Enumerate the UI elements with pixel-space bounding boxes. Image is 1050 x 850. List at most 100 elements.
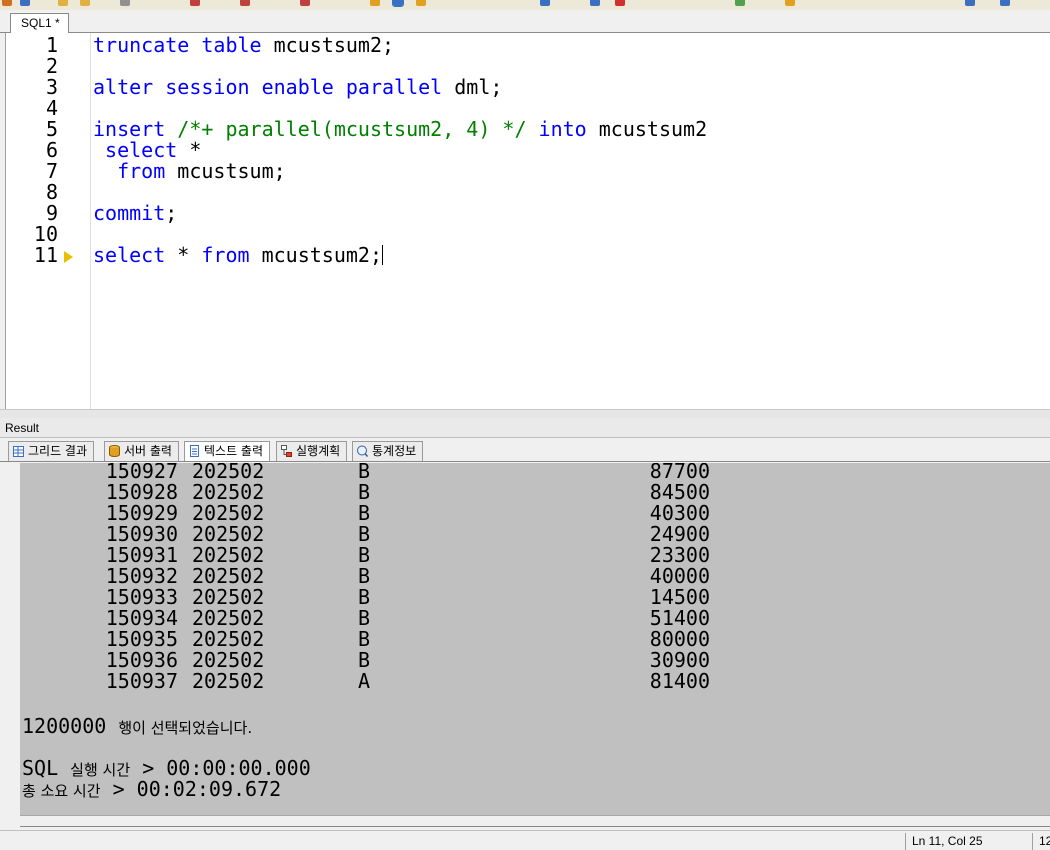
- result-cell: 202502: [192, 648, 265, 672]
- tab-label: 텍스트 출력: [204, 444, 264, 458]
- result-cell: 150929: [105, 501, 178, 525]
- code-line[interactable]: select *: [93, 140, 201, 161]
- tab-server-output[interactable]: 서버 출력: [104, 441, 179, 461]
- toolbar-icon[interactable]: [370, 0, 380, 6]
- text-caret: [382, 245, 383, 265]
- tab-statistics[interactable]: 통계정보: [352, 441, 424, 461]
- result-cell: 202502: [192, 606, 265, 630]
- result-cell: 150933: [105, 585, 178, 609]
- toolbar-icon[interactable]: [965, 0, 975, 6]
- code-line[interactable]: select * from mcustsum2;: [93, 245, 383, 266]
- line-number: 7: [45, 159, 58, 183]
- code-text: mcustsum2;: [261, 33, 395, 57]
- toolbar-icon[interactable]: [240, 0, 250, 6]
- result-cell: B: [358, 480, 371, 504]
- code-text: dml;: [442, 75, 503, 99]
- tab-text-output[interactable]: 텍스트 출력: [184, 441, 271, 461]
- toolbar-icon[interactable]: [120, 0, 130, 6]
- result-cell: B: [358, 501, 371, 525]
- result-cell: B: [358, 606, 371, 630]
- toolbar-icon[interactable]: [540, 0, 550, 6]
- toolbar-icon[interactable]: [615, 0, 625, 6]
- line-number-gutter: 1 2 3 4 5 6 7 8 9 10 11: [6, 33, 91, 409]
- result-cell: 150930: [105, 522, 178, 546]
- line-number: 9: [45, 201, 58, 225]
- line-number: 6: [45, 138, 58, 162]
- toolbar-icon[interactable]: [2, 0, 12, 6]
- result-cell: 14500: [649, 585, 710, 609]
- horizontal-scrollbar[interactable]: [20, 815, 1050, 830]
- result-cell: 40300: [649, 501, 710, 525]
- result-cell: 150935: [105, 627, 178, 651]
- result-cell: 150932: [105, 564, 178, 588]
- tab-label: 통계정보: [372, 444, 417, 458]
- result-cell: A: [358, 669, 371, 693]
- toolbar-icon[interactable]: [1000, 0, 1010, 6]
- row-count-text: 행이 선택되었습니다.: [118, 719, 253, 737]
- tab-execution-plan[interactable]: 실행계획: [276, 441, 348, 461]
- sql-stats-icon: [357, 444, 369, 457]
- grid-icon: [13, 444, 24, 457]
- tab-sql1[interactable]: SQL1 *: [10, 13, 69, 33]
- toolbar-icon[interactable]: [392, 0, 404, 7]
- toolbar-icon[interactable]: [58, 0, 68, 6]
- code-line[interactable]: commit;: [93, 203, 177, 224]
- result-cell: 202502: [192, 522, 265, 546]
- toolbar-icon[interactable]: [190, 0, 200, 6]
- toolbar-icon[interactable]: [20, 0, 30, 6]
- result-cell: B: [358, 627, 371, 651]
- code-text: mcustsum2: [586, 117, 708, 141]
- result-cell: B: [358, 564, 371, 588]
- code-line[interactable]: truncate table mcustsum2;: [93, 35, 394, 56]
- result-cell: 40000: [649, 564, 710, 588]
- plan-tree-icon: [281, 444, 292, 457]
- line-number: 1: [45, 33, 58, 57]
- toolbar-icon[interactable]: [785, 0, 795, 6]
- sql-editor[interactable]: 1 2 3 4 5 6 7 8 9 10 11 truncate table m…: [5, 33, 1050, 409]
- result-cell: 30900: [649, 648, 710, 672]
- keyword: truncate table: [93, 33, 262, 57]
- line-number: 10: [33, 222, 58, 246]
- database-icon: [109, 444, 120, 457]
- toolbar-icon[interactable]: [735, 0, 745, 6]
- text-output-area[interactable]: 150927 202502 B 87700 150928 202502 B 84500 1509…: [20, 463, 1050, 815]
- row-count: 1200000: [22, 714, 107, 738]
- code-line[interactable]: from mcustsum;: [93, 161, 286, 182]
- toolbar-icon[interactable]: [300, 0, 310, 6]
- toolbar-icon[interactable]: [590, 0, 600, 6]
- result-cell: 51400: [649, 606, 710, 630]
- keyword: into: [526, 117, 587, 141]
- result-cell: 150937: [105, 669, 178, 693]
- result-cell: 150931: [105, 543, 178, 567]
- status-extra: 12: [1032, 833, 1050, 850]
- result-cell: 202502: [192, 585, 265, 609]
- code-line[interactable]: insert /*+ parallel(mcustsum2, 4) */ int…: [93, 119, 707, 140]
- text-doc-icon: [189, 444, 200, 457]
- code-text: mcustsum;: [165, 159, 286, 183]
- code-line[interactable]: alter session enable parallel dml;: [93, 77, 502, 98]
- result-cell: B: [358, 522, 371, 546]
- keyword: alter session enable parallel: [93, 75, 443, 99]
- result-cell: 202502: [192, 669, 265, 693]
- row-count-message: 1200000 행이 선택되었습니다.: [22, 716, 252, 739]
- result-cell: 202502: [192, 480, 265, 504]
- scrollbar-track: [20, 826, 1050, 827]
- result-cell: B: [358, 585, 371, 609]
- result-cell: 80000: [649, 627, 710, 651]
- keyword: from: [93, 159, 166, 183]
- cursor-position: Ln 11, Col 25: [905, 833, 1032, 850]
- code-text: mcustsum2;: [249, 243, 382, 267]
- toolbar-icon[interactable]: [416, 0, 426, 6]
- result-cell: 81400: [649, 669, 710, 693]
- status-bar: Ln 11, Col 25 12: [0, 830, 1050, 850]
- result-cell: B: [358, 543, 371, 567]
- result-panel-title: Result: [0, 418, 1050, 438]
- result-cell: 150934: [105, 606, 178, 630]
- result-cell: 150928: [105, 480, 178, 504]
- toolbar-icon[interactable]: [80, 0, 90, 6]
- result-cell: 202502: [192, 501, 265, 525]
- line-number: 5: [45, 117, 58, 141]
- total-elapsed-time: 총 소요 시간 > 00:02:09.672: [22, 779, 281, 802]
- keyword: select: [93, 243, 166, 267]
- tab-grid-result[interactable]: 그리드 결과: [8, 441, 95, 461]
